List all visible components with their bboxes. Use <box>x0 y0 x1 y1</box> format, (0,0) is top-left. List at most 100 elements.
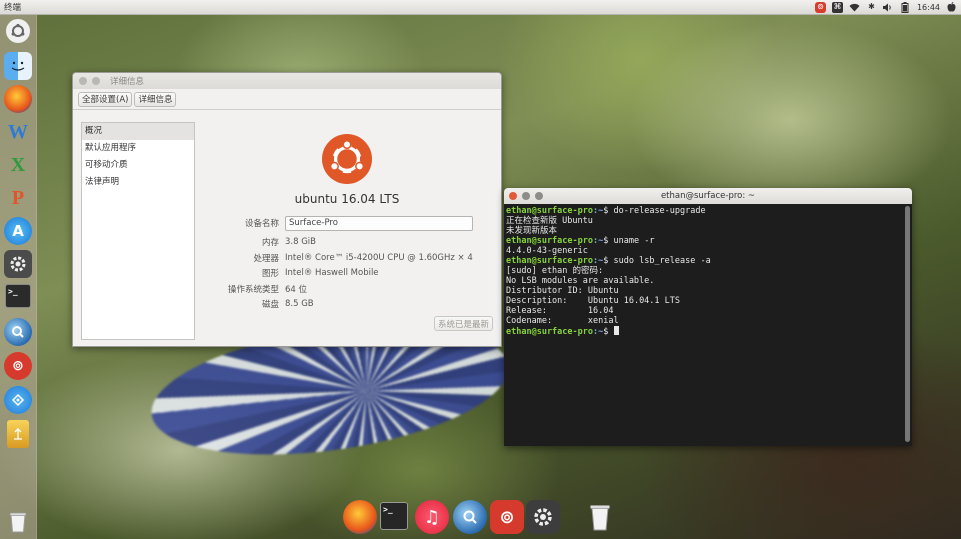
finder-icon[interactable] <box>4 52 32 80</box>
netease-music-icon[interactable]: ⊚ <box>4 352 32 380</box>
usb-disk-icon[interactable] <box>7 420 29 448</box>
output-text: 4.4.0-43-generic <box>506 246 588 256</box>
prompt-user: ethan@surface-pro <box>506 206 593 216</box>
wifi-icon[interactable] <box>849 2 860 13</box>
terminal-titlebar[interactable]: ethan@surface-pro: ~ <box>504 188 912 204</box>
terminal-output-line: [sudo] ethan 的密码: <box>506 266 910 276</box>
terminal-output-line: 正在检查新版 Ubuntu <box>506 216 910 226</box>
migration-assistant-icon[interactable] <box>4 386 32 414</box>
firefox-icon[interactable] <box>4 85 32 113</box>
prompt-user: ethan@surface-pro <box>506 236 593 246</box>
output-text: Release: 16.04 <box>506 306 614 316</box>
prompt-path: :~ <box>593 236 604 246</box>
trash-icon[interactable] <box>4 508 32 536</box>
disk-value: 8.5 GB <box>285 299 314 309</box>
maximize-button[interactable] <box>535 192 543 200</box>
wps-presentation-icon[interactable]: P <box>4 184 32 212</box>
terminal-output-line: 4.4.0-43-generic <box>506 246 910 256</box>
prompt-path: :~ <box>593 206 604 216</box>
disk-label: 磁盘 <box>261 300 279 310</box>
prompt-symbol: $ <box>603 206 614 216</box>
system-settings-icon[interactable] <box>526 500 560 534</box>
top-panel: 终端 ⊚ ⌘ ✱ 16:44 <box>0 0 961 15</box>
sidebar-item-default-apps[interactable]: 默认应用程序 <box>82 140 194 157</box>
terminal-output-line: No LSB modules are available. <box>506 276 910 286</box>
minimize-button[interactable] <box>522 192 530 200</box>
terminal-cursor <box>613 326 619 335</box>
overview-pane: ubuntu 16.04 LTS 设备名称 内存 3.8 GiB 处理器 Int… <box>195 122 499 338</box>
minimize-button[interactable] <box>92 77 100 85</box>
terminal-command-line: ethan@surface-pro:~$ sudo lsb_release -a <box>506 256 910 266</box>
dash-icon[interactable] <box>6 19 30 43</box>
terminal-scrollbar[interactable] <box>905 206 910 442</box>
details-titlebar[interactable]: 详细信息 <box>73 73 501 89</box>
netease-music-icon[interactable]: ⊚ <box>490 500 524 534</box>
close-button[interactable] <box>509 192 517 200</box>
terminal-icon[interactable]: >_ <box>380 502 408 530</box>
all-settings-button[interactable]: 全部设置(A) <box>78 91 133 107</box>
app-store-icon[interactable]: A <box>4 217 32 245</box>
firefox-icon[interactable] <box>343 500 377 534</box>
graphics-label: 图形 <box>261 269 279 279</box>
command-text: uname -r <box>613 236 655 246</box>
active-app-title: 终端 <box>4 3 22 13</box>
ubuntu-logo-icon <box>322 134 372 184</box>
device-name-row: 设备名称 <box>195 215 499 231</box>
terminal-icon[interactable]: >_ <box>5 284 31 308</box>
prompt-path: :~ <box>593 256 604 266</box>
processor-value: Intel® Core™ i5-4200U CPU @ 1.60GHz × 4 <box>285 253 473 263</box>
terminal-output[interactable]: ethan@surface-pro:~$ do-release-upgrade 正… <box>504 204 912 339</box>
terminal-output-line: Description: Ubuntu 16.04.1 LTS <box>506 296 910 306</box>
sidebar-item-legal-notice[interactable]: 法律声明 <box>82 174 194 191</box>
memory-label: 内存 <box>261 238 279 248</box>
battery-icon[interactable] <box>900 1 911 13</box>
output-text: 正在检查新版 Ubuntu <box>506 216 593 226</box>
bluetooth-icon[interactable]: ✱ <box>866 2 877 13</box>
prompt-path: :~ <box>593 327 604 337</box>
graphics-value: Intel® Haswell Mobile <box>285 268 379 278</box>
terminal-output-line: Codename: xenial <box>506 316 910 326</box>
apple-icon[interactable] <box>946 2 957 13</box>
prompt-user: ethan@surface-pro <box>506 256 593 266</box>
output-text: Description: Ubuntu 16.04.1 LTS <box>506 296 681 306</box>
unity-launcher: W X P A >_ ⊚ <box>0 14 37 539</box>
output-text: [sudo] ethan 的密码: <box>506 266 604 276</box>
os-name: ubuntu 16.04 LTS <box>294 192 400 206</box>
close-button[interactable] <box>79 77 87 85</box>
quicktime-icon[interactable] <box>453 500 487 534</box>
prompt-symbol: $ <box>603 256 614 266</box>
itunes-icon[interactable]: ♫ <box>415 500 449 534</box>
sidebar-item-overview[interactable]: 概况 <box>82 123 194 140</box>
disk-row: 磁盘 8.5 GB <box>195 297 499 311</box>
details-sidebar: 概况 默认应用程序 可移动介质 法律声明 <box>81 122 195 340</box>
processor-row: 处理器 Intel® Core™ i5-4200U CPU @ 1.60GHz … <box>195 251 499 265</box>
wps-spreadsheet-icon[interactable]: X <box>4 151 32 179</box>
processor-label: 处理器 <box>253 254 279 264</box>
prompt-user: ethan@surface-pro <box>506 327 593 337</box>
memory-row: 内存 3.8 GiB <box>195 235 499 249</box>
terminal-command-line: ethan@surface-pro:~$ do-release-upgrade <box>506 206 910 216</box>
trash-icon[interactable] <box>583 500 617 534</box>
details-breadcrumb-button[interactable]: 详细信息 <box>134 91 177 107</box>
sidebar-item-removable-media[interactable]: 可移动介质 <box>82 157 194 174</box>
terminal-output-line: Release: 16.04 <box>506 306 910 316</box>
os-type-row: 操作系统类型 64 位 <box>195 282 499 296</box>
netease-music-indicator[interactable]: ⊚ <box>814 1 826 13</box>
volume-icon[interactable] <box>883 2 894 13</box>
prompt-symbol: $ <box>603 327 614 337</box>
device-name-input[interactable] <box>285 215 473 231</box>
details-toolbar: 全部设置(A) 详细信息 <box>73 89 501 110</box>
terminal-output-line: 未发现新版本 <box>506 226 910 236</box>
output-text: No LSB modules are available. <box>506 276 655 286</box>
wps-writer-icon[interactable]: W <box>4 118 32 146</box>
memory-value: 3.8 GiB <box>285 237 316 247</box>
system-settings-icon[interactable] <box>4 250 32 278</box>
clock[interactable]: 16:44 <box>917 3 940 12</box>
check-updates-button[interactable]: 系统已是最新 <box>433 316 493 331</box>
output-text: Distributor ID: Ubuntu <box>506 286 619 296</box>
terminal-window: ethan@surface-pro: ~ ethan@surface-pro:~… <box>504 188 912 446</box>
keyboard-command-indicator[interactable]: ⌘ <box>831 1 843 13</box>
dock: >_ ♫ ⊚ <box>338 497 618 539</box>
prompt-symbol: $ <box>603 236 614 246</box>
quicktime-icon[interactable] <box>4 318 32 346</box>
